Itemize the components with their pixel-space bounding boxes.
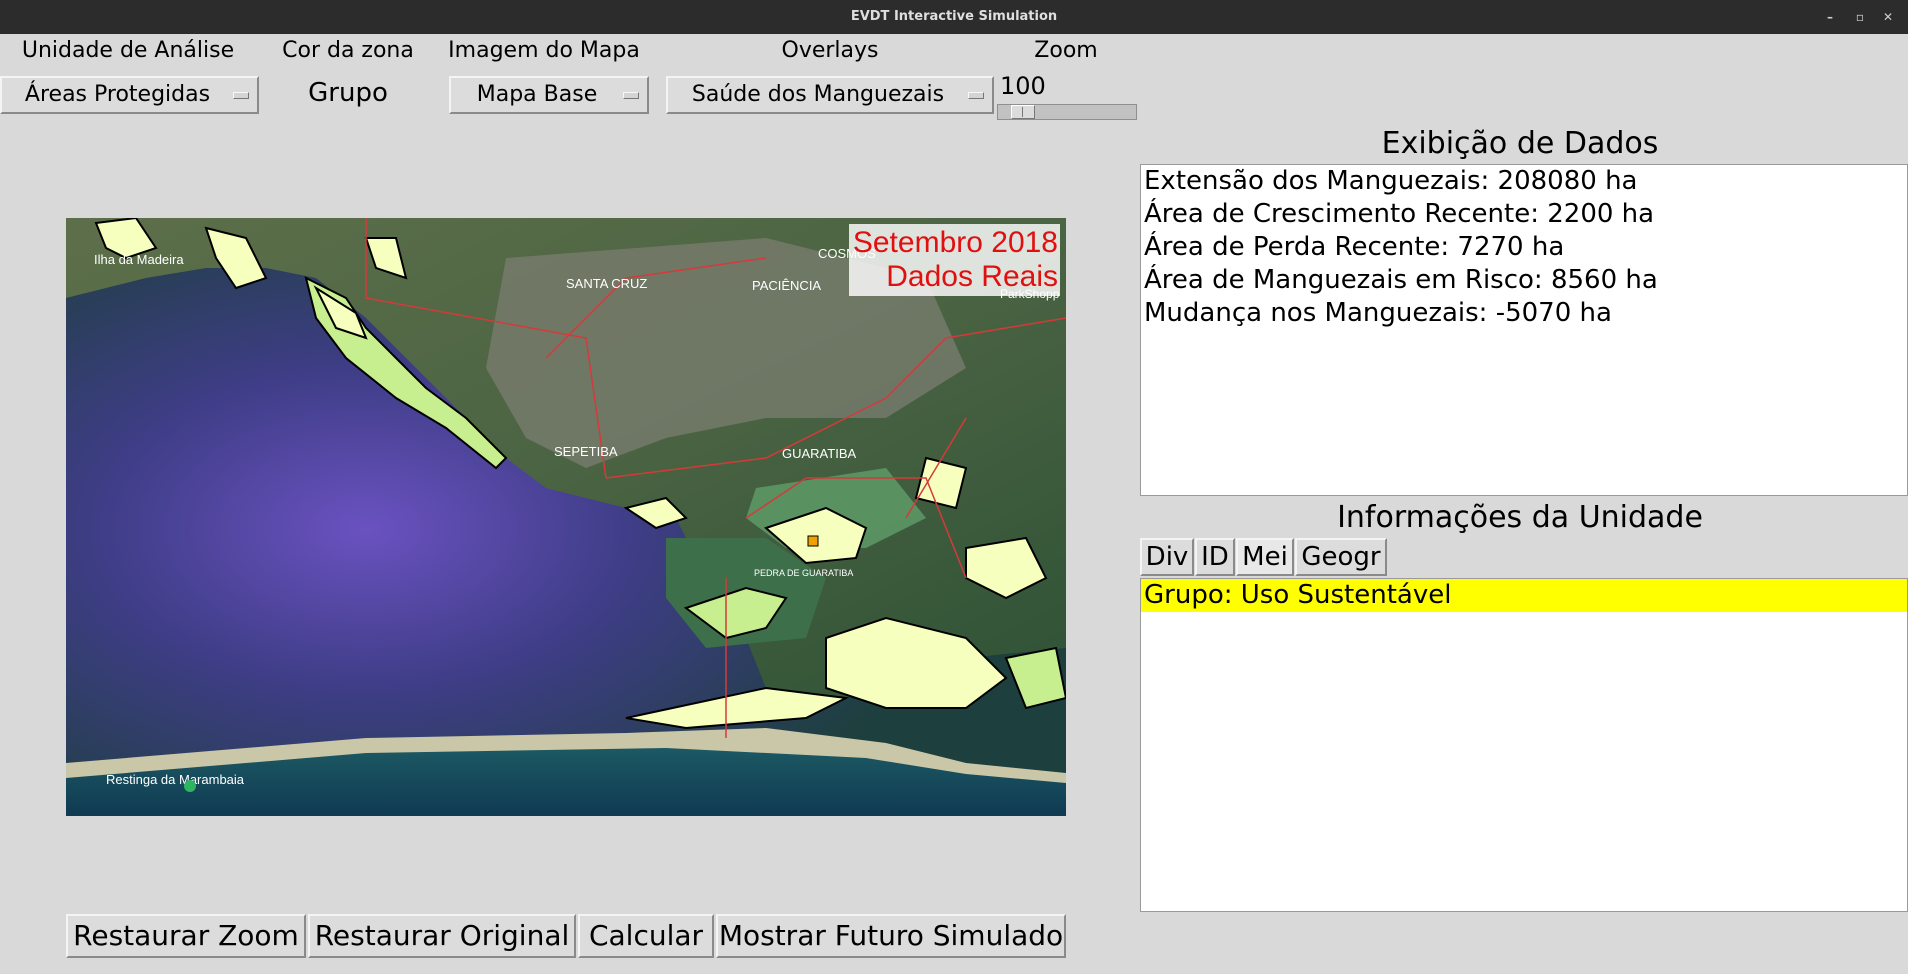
place-label-pedra: PEDRA DE GUARATIBA [754, 568, 853, 578]
minimize-icon[interactable]: – [1820, 7, 1840, 27]
unit-info-panel: Grupo: Uso Sustentável [1140, 578, 1908, 912]
tab-mei[interactable]: Mei [1236, 538, 1294, 576]
zone-color-value: Grupo [308, 78, 388, 108]
data-display-title: Exibição de Dados [1381, 126, 1659, 161]
map-canvas: Ilha da Madeira SANTA CRUZ PACIÊNCIA COS… [66, 218, 1066, 816]
place-label-sepetiba: SEPETIBA [554, 444, 618, 459]
overlays-dropdown-value: Saúde dos Manguezais [691, 82, 945, 107]
close-icon[interactable]: ✕ [1878, 7, 1898, 27]
map-caption: Setembro 2018 Dados Reais [848, 224, 1060, 296]
data-line-extent: Extensão dos Manguezais: 208080 ha [1144, 166, 1638, 196]
overlays-dropdown[interactable]: Saúde dos Manguezais [666, 76, 994, 114]
zoom-slider-handle[interactable] [1011, 105, 1035, 119]
data-line-change: Mudança nos Manguezais: -5070 ha [1144, 298, 1612, 328]
data-line-loss: Área de Perda Recente: 7270 ha [1144, 232, 1565, 262]
reset-original-button[interactable]: Restaurar Original [308, 914, 576, 958]
tab-id[interactable]: ID [1195, 538, 1235, 576]
data-line-risk: Área de Manguezais em Risco: 8560 ha [1144, 265, 1658, 295]
window-titlebar: EVDT Interactive Simulation – ▫ ✕ [0, 0, 1908, 34]
unit-info-title: Informações da Unidade [1337, 500, 1703, 535]
data-line-growth: Área de Crescimento Recente: 2200 ha [1144, 199, 1655, 229]
dropdown-indicator-icon [623, 92, 639, 99]
overlays-label: Overlays [781, 38, 879, 63]
map-image-dropdown-value: Mapa Base [476, 82, 598, 107]
calculate-button[interactable]: Calcular [578, 914, 714, 958]
zoom-value: 100 [1000, 72, 1046, 100]
window-title: EVDT Interactive Simulation [850, 9, 1058, 24]
dropdown-indicator-icon [968, 92, 984, 99]
unit-dropdown-value: Áreas Protegidas [24, 82, 211, 107]
selected-marker[interactable] [807, 535, 819, 547]
map-date-label: Setembro 2018 [852, 226, 1058, 259]
mangrove-patch [914, 456, 968, 510]
maximize-icon[interactable]: ▫ [1850, 7, 1870, 27]
zoom-slider[interactable] [997, 104, 1137, 120]
unit-label: Unidade de Análise [21, 38, 235, 63]
map-image-dropdown[interactable]: Mapa Base [449, 76, 649, 114]
place-label-restinga: Restinga da Marambaia [106, 772, 245, 787]
map-image-label: Imagem do Mapa [448, 38, 640, 63]
reset-zoom-button[interactable]: Restaurar Zoom [66, 914, 306, 958]
data-display-panel: Extensão dos Manguezais: 208080 ha Área … [1140, 164, 1908, 496]
place-label-ilha: Ilha da Madeira [94, 252, 184, 267]
place-label-guaratiba: GUARATIBA [782, 446, 856, 461]
unit-info-selected-row[interactable]: Grupo: Uso Sustentável [1141, 579, 1907, 612]
tab-geogr[interactable]: Geogr [1295, 538, 1387, 576]
place-label-paciencia: PACIÊNCIA [752, 278, 821, 293]
zoom-label: Zoom [1034, 38, 1098, 63]
map-view[interactable]: Ilha da Madeira SANTA CRUZ PACIÊNCIA COS… [66, 218, 1066, 816]
place-label-santa-cruz: SANTA CRUZ [566, 276, 647, 291]
map-data-label: Dados Reais [886, 260, 1058, 293]
tab-div[interactable]: Div [1140, 538, 1194, 576]
park-pin-icon [184, 780, 196, 792]
zone-color-label: Cor da zona [282, 38, 414, 63]
dropdown-indicator-icon [233, 92, 249, 99]
unit-dropdown[interactable]: Áreas Protegidas [0, 76, 259, 114]
show-future-button[interactable]: Mostrar Futuro Simulado [716, 914, 1066, 958]
